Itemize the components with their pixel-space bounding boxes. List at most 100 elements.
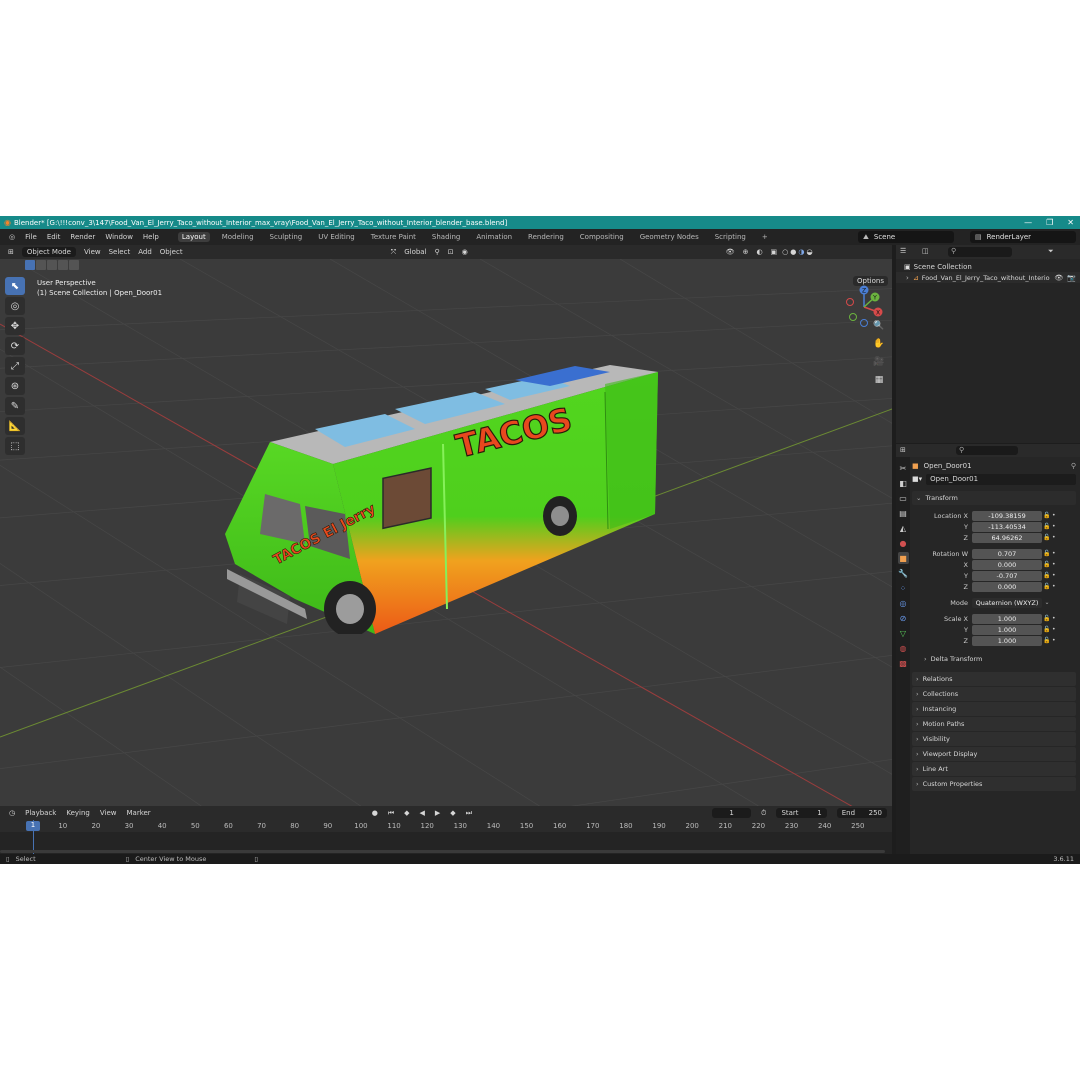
zoom-icon[interactable]: 🔍 <box>872 319 886 332</box>
keyframe-dot-icon[interactable]: • <box>1052 534 1058 541</box>
transform-panel-header[interactable]: ⌄ Transform <box>912 491 1076 505</box>
current-frame-field[interactable]: 1 <box>712 808 751 818</box>
outliner-display-mode-icon[interactable]: ◫ <box>922 247 929 255</box>
properties-search-input[interactable]: ⚲ <box>956 446 1018 455</box>
shading-wireframe-icon[interactable]: ○ <box>782 248 788 256</box>
view-layer-tab-icon[interactable]: ▤ <box>898 507 909 519</box>
rotation-mode-dropdown[interactable]: Quaternion (WXYZ) <box>972 597 1042 608</box>
scale-x-field[interactable]: 1.000 <box>972 613 1042 624</box>
texture-tab-icon[interactable]: ▩ <box>898 657 909 669</box>
outliner-item-row[interactable]: › ⊿ Food_Van_El_Jerry_Taco_without_Inter… <box>896 272 1080 283</box>
tab-rendering[interactable]: Rendering <box>524 232 568 242</box>
constraints-tab-icon[interactable]: ⊘ <box>898 612 909 624</box>
xray-icon[interactable]: ▣ <box>771 248 778 256</box>
menu-file[interactable]: File <box>25 233 37 241</box>
tab-scripting[interactable]: Scripting <box>711 232 750 242</box>
scene-selector[interactable]: ⛰ Scene <box>858 231 954 243</box>
gizmo-toggle-icon[interactable]: ⊕ <box>743 248 749 256</box>
location-x-field[interactable]: -109.38159 <box>972 510 1042 521</box>
annotate-tool[interactable]: ✎ <box>5 397 25 415</box>
keyframe-dot-icon[interactable]: • <box>1052 583 1058 590</box>
play-button[interactable]: ▶ <box>435 809 440 817</box>
tab-texture-paint[interactable]: Texture Paint <box>367 232 420 242</box>
play-reverse-button[interactable]: ◀ <box>420 809 425 817</box>
timeline-editor-icon[interactable]: ◷ <box>9 809 15 817</box>
keyframe-dot-icon[interactable]: • <box>1052 550 1058 557</box>
particles-tab-icon[interactable]: ⁘ <box>898 582 909 594</box>
maximize-button[interactable]: ❐ <box>1046 218 1053 227</box>
world-tab-icon[interactable]: ● <box>898 537 909 549</box>
snap-icon[interactable]: ⊡ <box>448 248 454 256</box>
visibility-eye-icon[interactable]: 👁 <box>1054 274 1063 282</box>
lock-icon[interactable]: 🔓 <box>1042 626 1052 633</box>
menu-render[interactable]: Render <box>70 233 95 241</box>
lock-icon[interactable]: 🔓 <box>1042 615 1052 622</box>
pin-icon[interactable]: ⚲ <box>1071 462 1076 470</box>
object-type-dropdown-icon[interactable]: ■▾ <box>912 475 922 483</box>
output-tab-icon[interactable]: ▭ <box>898 492 909 504</box>
visibility-icon[interactable]: 👁 <box>726 248 735 256</box>
tab-uv-editing[interactable]: UV Editing <box>314 232 359 242</box>
end-frame-field[interactable]: End 250 <box>836 808 887 818</box>
instancing-panel-header[interactable]: › Instancing <box>912 702 1076 716</box>
menu-view[interactable]: View <box>84 248 101 256</box>
editor-type-icon[interactable]: ⊞ <box>8 248 14 256</box>
tab-geometry-nodes[interactable]: Geometry Nodes <box>636 232 703 242</box>
stopwatch-icon[interactable]: ⏱ <box>761 809 766 818</box>
motion-paths-panel-header[interactable]: › Motion Paths <box>912 717 1076 731</box>
select-mode-extend-icon[interactable] <box>36 260 46 270</box>
menu-playback[interactable]: Playback <box>25 809 56 817</box>
tab-sculpting[interactable]: Sculpting <box>266 232 307 242</box>
menu-timeline-view[interactable]: View <box>100 809 117 817</box>
measure-tool[interactable]: 📐 <box>5 417 25 435</box>
lock-icon[interactable]: 🔓 <box>1042 572 1052 579</box>
prev-keyframe-button[interactable]: ◆ <box>404 809 409 817</box>
collections-panel-header[interactable]: › Collections <box>912 687 1076 701</box>
visibility-panel-header[interactable]: › Visibility <box>912 732 1076 746</box>
jump-end-button[interactable]: ⏭ <box>466 809 472 818</box>
overlay-icon[interactable]: ◐ <box>756 248 762 256</box>
close-button[interactable]: ✕ <box>1067 218 1074 227</box>
timeline-scrollbar[interactable] <box>0 850 885 853</box>
scale-z-field[interactable]: 1.000 <box>972 635 1042 646</box>
line-art-panel-header[interactable]: › Line Art <box>912 762 1076 776</box>
tool-tab-icon[interactable]: ✂ <box>898 462 909 474</box>
physics-tab-icon[interactable]: ◎ <box>898 597 909 609</box>
viewport-display-panel-header[interactable]: › Viewport Display <box>912 747 1076 761</box>
object-name-field[interactable]: Open_Door01 <box>926 473 1076 485</box>
tab-compositing[interactable]: Compositing <box>576 232 628 242</box>
rotation-w-field[interactable]: 0.707 <box>972 548 1042 559</box>
pivot-icon[interactable]: ⚲ <box>435 248 440 256</box>
outliner-scene-collection-row[interactable]: ▣ Scene Collection <box>896 261 1080 272</box>
rotation-x-field[interactable]: 0.000 <box>972 559 1042 570</box>
move-tool[interactable]: ✥ <box>5 317 25 335</box>
blender-menu-icon[interactable]: ◎ <box>9 233 15 241</box>
rotation-y-field[interactable]: -0.707 <box>972 570 1042 581</box>
material-tab-icon[interactable]: ◍ <box>898 642 909 654</box>
lock-icon[interactable]: 🔓 <box>1042 534 1052 541</box>
jump-start-button[interactable]: ⏮ <box>388 809 394 818</box>
keyframe-dot-icon[interactable]: • <box>1052 626 1058 633</box>
shading-material-icon[interactable]: ◑ <box>798 248 804 256</box>
menu-select[interactable]: Select <box>109 248 131 256</box>
object-tab-icon[interactable]: ■ <box>897 552 909 564</box>
food-truck-model[interactable]: TACOS TACOS El Jerry <box>215 334 675 634</box>
menu-window[interactable]: Window <box>105 233 133 241</box>
scale-tool[interactable]: ⤢ <box>5 357 25 375</box>
render-tab-icon[interactable]: ◧ <box>898 477 909 489</box>
ortho-toggle-icon[interactable]: ▦ <box>872 373 886 386</box>
location-y-field[interactable]: -113.40534 <box>972 521 1042 532</box>
keyframe-dot-icon[interactable]: • <box>1052 512 1058 519</box>
cursor-tool[interactable]: ◎ <box>5 297 25 315</box>
outliner-editor-icon[interactable]: ☰ <box>900 247 906 255</box>
keyframe-dot-icon[interactable]: • <box>1052 561 1058 568</box>
rotate-tool[interactable]: ⟳ <box>5 337 25 355</box>
shading-solid-icon[interactable]: ● <box>790 248 796 256</box>
keyframe-dot-icon[interactable]: • <box>1052 523 1058 530</box>
scale-y-field[interactable]: 1.000 <box>972 624 1042 635</box>
custom-properties-panel-header[interactable]: › Custom Properties <box>912 777 1076 791</box>
next-keyframe-button[interactable]: ◆ <box>450 809 455 817</box>
outliner-search-input[interactable]: ⚲ <box>948 247 1012 257</box>
orientation-dropdown[interactable]: Global <box>404 248 426 256</box>
camera-view-icon[interactable]: 🎥 <box>872 355 886 368</box>
